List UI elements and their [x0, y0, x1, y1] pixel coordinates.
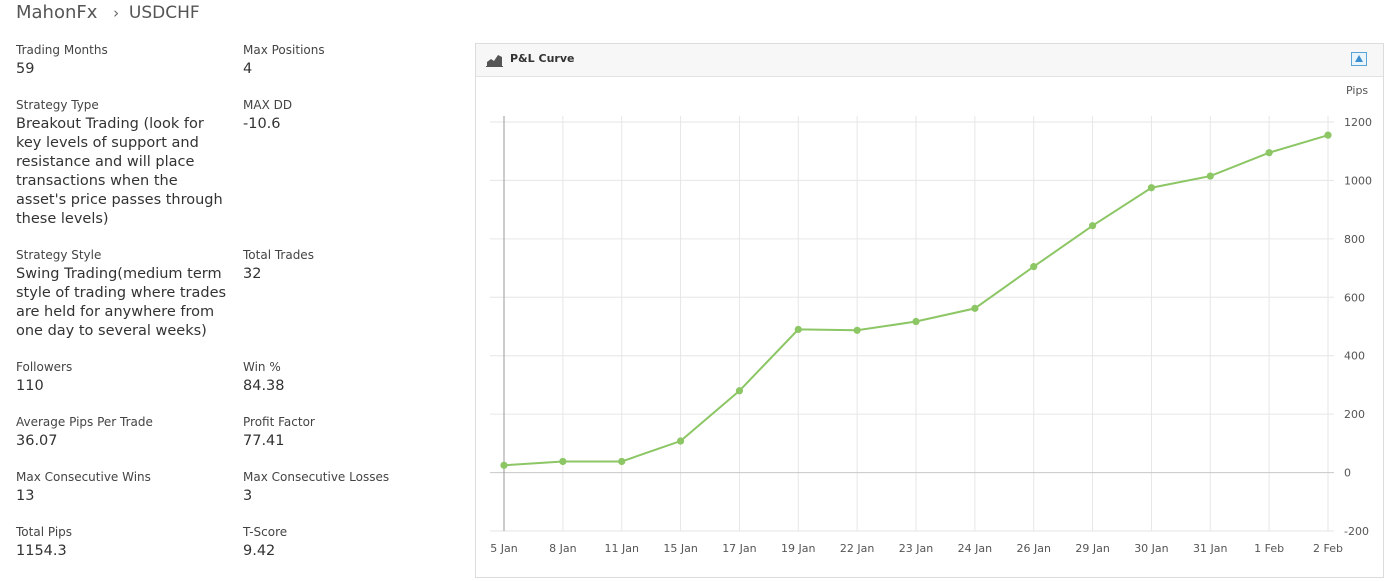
stat-value: 59 [16, 61, 35, 77]
stat-max-consecutive-wins: Max Consecutive Wins 13 [16, 469, 231, 506]
y-tick-label: 0 [1344, 467, 1351, 480]
data-point[interactable] [1030, 263, 1038, 271]
stat-value: 32 [243, 266, 262, 282]
stat-label: Total Pips [16, 525, 73, 539]
stat-label: Average Pips Per Trade [16, 415, 153, 429]
stat-value: 110 [16, 378, 44, 394]
x-tick-label: 11 Jan [604, 542, 638, 555]
data-point[interactable] [500, 461, 508, 469]
x-tick-label: 23 Jan [899, 542, 933, 555]
stat-total-pips: Total Pips 1154.3 [16, 524, 231, 561]
stat-strategy-type: Strategy Type Breakout Trading (look for… [16, 97, 231, 229]
data-point[interactable] [853, 326, 861, 334]
stat-value: 77.41 [243, 433, 285, 449]
x-tick-label: 1 Feb [1254, 542, 1284, 555]
pl-chart: 1200 1000 800 600 400 200 0 -200 5 Jan 8 Jan 11 J… [490, 84, 1372, 555]
stat-profit-factor: Profit Factor 77.41 [243, 414, 458, 451]
stat-strategy-style: Strategy Style Swing Trading(medium term… [16, 247, 231, 341]
x-tick-label: 2 Feb [1313, 542, 1343, 555]
stat-value: Swing Trading(medium term style of tradi… [16, 266, 227, 339]
y-tick-label: 400 [1344, 350, 1365, 363]
x-tick-label: 15 Jan [663, 542, 697, 555]
x-tick-label: 29 Jan [1075, 542, 1109, 555]
stat-max-consecutive-losses: Max Consecutive Losses 3 [243, 469, 458, 506]
y-tick-label: 1200 [1344, 116, 1372, 129]
y-tick-label: 600 [1344, 291, 1365, 304]
stat-value: Breakout Trading (look for key levels of… [16, 116, 223, 227]
stat-value: -10.6 [243, 116, 281, 132]
x-tick-label: 5 Jan [490, 542, 517, 555]
stat-label: Win % [243, 360, 281, 374]
x-tick-label: 8 Jan [549, 542, 576, 555]
stat-label: Followers [16, 360, 73, 374]
page-header: MahonFx › USDCHF [16, 2, 200, 23]
stat-value: 9.42 [243, 543, 276, 559]
stat-label: Max Positions [243, 43, 325, 57]
stat-max-positions: Max Positions 4 [243, 42, 458, 79]
stat-total-trades: Total Trades 32 [243, 247, 458, 284]
stat-label: Trading Months [16, 43, 108, 57]
stat-average-pips: Average Pips Per Trade 36.07 [16, 414, 231, 451]
x-tick-label: 19 Jan [781, 542, 815, 555]
stat-label: Max Consecutive Losses [243, 470, 390, 484]
stat-label: T-Score [243, 525, 288, 539]
stat-value: 36.07 [16, 433, 58, 449]
data-point[interactable] [1088, 222, 1097, 230]
x-tick-label: 30 Jan [1134, 542, 1168, 555]
x-tick-label: 24 Jan [958, 542, 992, 555]
x-tick-label: 17 Jan [722, 542, 756, 555]
y-axis-label: Pips [1346, 84, 1368, 97]
data-point[interactable] [1324, 131, 1332, 139]
stat-label: Strategy Type [16, 98, 99, 112]
stat-label: Total Trades [243, 248, 314, 262]
stat-label: MAX DD [243, 98, 293, 112]
y-tick-label: 200 [1344, 408, 1365, 421]
stat-max-dd: MAX DD -10.6 [243, 97, 458, 134]
stat-value: 84.38 [243, 378, 285, 394]
y-tick-label: 800 [1344, 233, 1365, 246]
stat-win-percent: Win % 84.38 [243, 359, 458, 396]
stat-t-score: T-Score 9.42 [243, 524, 458, 561]
data-point[interactable] [971, 304, 979, 312]
x-tick-label: 26 Jan [1016, 542, 1050, 555]
y-tick-label: -200 [1344, 525, 1369, 538]
data-point[interactable] [735, 387, 744, 395]
pl-curve-panel: P&L Curve 1200 1000 800 600 400 200 0 -200 5 Ja… [475, 43, 1384, 578]
stat-value: 1154.3 [16, 543, 67, 559]
y-tick-label: 1000 [1344, 174, 1372, 187]
data-point[interactable] [794, 325, 802, 334]
stat-label: Profit Factor [243, 415, 315, 429]
data-point[interactable] [1265, 149, 1273, 157]
data-point[interactable] [618, 457, 626, 466]
data-point[interactable] [676, 437, 685, 445]
data-point[interactable] [1206, 172, 1214, 180]
symbol-name: USDCHF [128, 3, 200, 23]
stat-value: 13 [16, 488, 35, 504]
stat-value: 4 [243, 61, 253, 77]
strategy-name: MahonFx [16, 2, 98, 23]
x-tick-label: 22 Jan [840, 542, 874, 555]
stat-followers: Followers 110 [16, 359, 231, 396]
stat-trading-months: Trading Months 59 [16, 42, 231, 79]
stat-label: Max Consecutive Wins [16, 470, 151, 484]
data-point[interactable] [1147, 184, 1156, 192]
breadcrumb-separator: › [113, 4, 120, 22]
data-point[interactable] [912, 317, 920, 326]
stat-value: 3 [243, 488, 253, 504]
x-tick-label: 31 Jan [1193, 542, 1227, 555]
data-point[interactable] [559, 457, 567, 466]
stat-label: Strategy Style [16, 248, 102, 262]
